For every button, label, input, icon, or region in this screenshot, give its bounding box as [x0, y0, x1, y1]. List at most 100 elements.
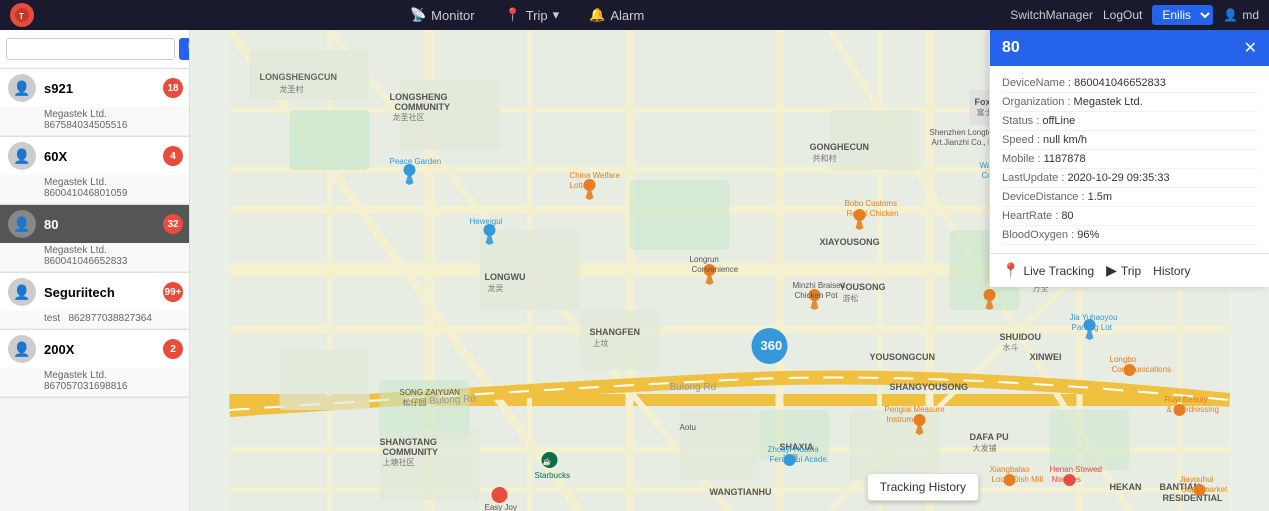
device-name: Seguriitech — [44, 285, 181, 300]
svg-text:Communications: Communications — [1112, 365, 1172, 374]
device-sub-info: Megastek Ltd. 867584034505516 — [0, 107, 189, 136]
svg-text:HEKAN: HEKAN — [1110, 482, 1142, 492]
svg-text:龙吴: 龙吴 — [488, 283, 504, 293]
svg-text:China Welfare: China Welfare — [570, 171, 621, 180]
device-group-80: 👤 80 32 Megastek Ltd. 860041046652833 — [0, 205, 189, 273]
user-info: 👤 md — [1223, 8, 1259, 22]
info-last-update-row: LastUpdate : 2020-10-29 09:35:33 — [1002, 169, 1257, 188]
main-container: 🔍 Advanced 👤 s921 18 Megastek Ltd. 86758… — [0, 30, 1269, 511]
mobile-value: 1187878 — [1044, 153, 1086, 165]
device-badge: 32 — [163, 214, 183, 234]
svg-text:龙圣社区: 龙圣社区 — [393, 112, 425, 122]
avatar: 👤 — [8, 278, 36, 306]
avatar: 👤 — [8, 74, 36, 102]
language-select[interactable]: Enilis — [1152, 5, 1213, 25]
svg-text:Aotu: Aotu — [680, 423, 696, 432]
last-update-label: LastUpdate : — [1002, 172, 1064, 184]
device-info: 80 — [44, 217, 181, 232]
nav-monitor[interactable]: 📡 Monitor — [410, 7, 475, 23]
nav-right: SwitchManager LogOut Enilis 👤 md — [1010, 5, 1259, 25]
device-badge: 2 — [163, 339, 183, 359]
device-item[interactable]: 👤 s921 18 — [0, 69, 189, 107]
device-sub-info: Megastek Ltd. 860041046801059 — [0, 175, 189, 204]
device-name: 60X — [44, 149, 181, 164]
svg-text:Minzhi Braised: Minzhi Braised — [793, 281, 845, 290]
svg-text:WANGTIANHU: WANGTIANHU — [710, 487, 772, 497]
history-button[interactable]: History — [1153, 264, 1190, 278]
device-sub-info: test 862877038827364 — [0, 311, 189, 329]
sidebar: 🔍 Advanced 👤 s921 18 Megastek Ltd. 86758… — [0, 30, 190, 511]
nav-alarm[interactable]: 🔔 Alarm — [589, 7, 644, 23]
svg-text:Roast Chicken: Roast Chicken — [847, 209, 899, 218]
device-badge: 4 — [163, 146, 183, 166]
user-icon: 👤 — [1223, 8, 1238, 22]
device-name: 200X — [44, 342, 181, 357]
svg-text:SHANGYOUSONG: SHANGYOUSONG — [890, 382, 969, 392]
device-item[interactable]: 👤 200X 2 — [0, 330, 189, 368]
org-label: Organization : — [1002, 96, 1070, 108]
svg-text:Jiayouhui: Jiayouhui — [1180, 475, 1214, 484]
svg-text:YOUSONG: YOUSONG — [840, 282, 886, 292]
blood-oxygen-value: 96% — [1077, 229, 1099, 241]
device-name-label: DeviceName : — [1002, 77, 1071, 89]
info-panel-title: 80 — [1002, 39, 1020, 57]
search-icon: 🔍 — [187, 41, 190, 56]
info-panel: 80 ✕ DeviceName : 860041046652833 Organi… — [989, 30, 1269, 287]
device-info: Seguriitech — [44, 285, 181, 300]
device-item-active[interactable]: 👤 80 32 — [0, 205, 189, 243]
svg-text:360: 360 — [761, 338, 783, 353]
svg-text:SHUIDOU: SHUIDOU — [1000, 332, 1042, 342]
svg-text:COMMUNITY: COMMUNITY — [383, 447, 439, 457]
device-group-200x: 👤 200X 2 Megastek Ltd. 867057031698816 — [0, 330, 189, 398]
svg-text:游松: 游松 — [843, 293, 859, 303]
svg-text:共和村: 共和村 — [813, 153, 837, 163]
svg-text:Zhouyi Huaxia: Zhouyi Huaxia — [768, 445, 820, 454]
svg-text:Ruyi Beauty: Ruyi Beauty — [1165, 395, 1208, 404]
svg-text:水斗: 水斗 — [1003, 342, 1019, 352]
svg-text:Fengshui Acade.: Fengshui Acade. — [770, 455, 830, 464]
svg-text:Starbucks: Starbucks — [535, 471, 571, 480]
svg-text:SHANGTANG: SHANGTANG — [380, 437, 437, 447]
trip-button[interactable]: ▶ Trip — [1106, 262, 1141, 279]
live-tracking-label: Live Tracking — [1023, 264, 1094, 278]
svg-text:Longbo: Longbo — [1110, 355, 1137, 364]
device-item[interactable]: 👤 Seguriitech 99+ — [0, 273, 189, 311]
search-button[interactable]: 🔍 — [179, 38, 190, 60]
tracking-history-button[interactable]: Tracking History — [867, 473, 979, 501]
search-input[interactable] — [6, 38, 175, 60]
alarm-icon: 🔔 — [589, 7, 605, 23]
info-panel-body: DeviceName : 860041046652833 Organizatio… — [990, 66, 1269, 253]
search-bar: 🔍 Advanced — [0, 30, 189, 69]
info-panel-close-button[interactable]: ✕ — [1244, 38, 1257, 58]
svg-text:上塘社区: 上塘社区 — [383, 457, 415, 467]
svg-text:上坟: 上坟 — [593, 338, 609, 348]
nav-trip[interactable]: 📍 Trip ▾ — [505, 7, 560, 23]
nav-center: 📡 Monitor 📍 Trip ▾ 🔔 Alarm — [44, 7, 1010, 23]
svg-text:龙圣村: 龙圣村 — [280, 84, 304, 94]
svg-text:Lottery: Lottery — [570, 181, 594, 190]
device-sub-info: Megastek Ltd. 867057031698816 — [0, 368, 189, 397]
avatar: 👤 — [8, 210, 36, 238]
info-org-row: Organization : Megastek Ltd. — [1002, 93, 1257, 112]
switch-manager-button[interactable]: SwitchManager — [1010, 8, 1093, 22]
device-info: 60X — [44, 149, 181, 164]
device-name: s921 — [44, 81, 181, 96]
device-badge: 18 — [163, 78, 183, 98]
last-update-value: 2020-10-29 09:35:33 — [1067, 172, 1169, 184]
org-value: Megastek Ltd. — [1074, 96, 1143, 108]
device-group-s921: 👤 s921 18 Megastek Ltd. 867584034505516 — [0, 69, 189, 137]
svg-text:SHANGFEN: SHANGFEN — [590, 327, 641, 337]
speed-value: null km/h — [1043, 134, 1087, 146]
blood-oxygen-label: BloodOxygen : — [1002, 229, 1074, 241]
svg-text:大发铺: 大发铺 — [973, 443, 997, 453]
device-item[interactable]: 👤 60X 4 — [0, 137, 189, 175]
svg-text:Bulong Rd: Bulong Rd — [670, 382, 717, 393]
svg-text:Instrument: Instrument — [887, 415, 926, 424]
heart-rate-label: HeartRate : — [1002, 210, 1058, 222]
svg-text:DAFA PU: DAFA PU — [970, 432, 1009, 442]
svg-text:Local Dish Mill: Local Dish Mill — [992, 475, 1044, 484]
logout-button[interactable]: LogOut — [1103, 8, 1142, 22]
svg-text:& Hairdressing: & Hairdressing — [1167, 405, 1219, 414]
live-tracking-button[interactable]: 📍 Live Tracking — [1002, 262, 1094, 279]
device-info: 200X — [44, 342, 181, 357]
